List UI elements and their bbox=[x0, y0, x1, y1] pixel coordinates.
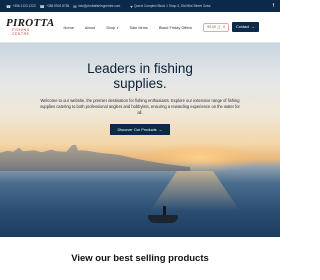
hero-title: Leaders in fishing supplies. bbox=[87, 61, 193, 91]
cart-value: €0.00 bbox=[207, 25, 216, 29]
address-text: Qorrot Complex Block 1 Shop 3, Old Mint … bbox=[134, 4, 211, 8]
arrow-right-icon: → bbox=[251, 25, 255, 29]
phone-icon: ☎ bbox=[39, 3, 45, 9]
cart-count: 0 bbox=[223, 25, 226, 29]
contact-label: Contact bbox=[236, 25, 250, 29]
phone-icon: ☎ bbox=[6, 3, 11, 9]
logo-subtitle: FISHING CENTRE bbox=[12, 28, 30, 36]
phone-2[interactable]: ☎ +356 9902 8756 bbox=[40, 4, 70, 9]
nav-black-friday-offers[interactable]: Black Friday Offers bbox=[153, 25, 197, 30]
facebook-icon[interactable]: f bbox=[273, 3, 274, 9]
cart-icon: 🛒 bbox=[217, 25, 222, 29]
water-reflection bbox=[150, 171, 240, 211]
top-bar: ☎ +356 2123 1223 ☎ +356 9902 8756 ✉ info… bbox=[0, 0, 280, 12]
location-pin-icon: ⌖ bbox=[130, 3, 133, 9]
main-nav: Home About Shop ▾ Sale Items Black Frida… bbox=[58, 25, 197, 30]
discover-products-button[interactable]: Discover Our Products → bbox=[110, 124, 170, 135]
hero-content: Leaders in fishing supplies. Welcome to … bbox=[0, 61, 280, 136]
hero-section: Leaders in fishing supplies. Welcome to … bbox=[0, 43, 280, 237]
hero-text: Welcome to our website, the premier dest… bbox=[40, 98, 240, 115]
boat-silhouette bbox=[148, 215, 178, 223]
mail-icon: ✉ bbox=[73, 3, 77, 9]
phone-2-text: +356 9902 8756 bbox=[46, 4, 70, 8]
nav-shop[interactable]: Shop ▾ bbox=[101, 25, 124, 30]
email-link[interactable]: ✉ info@pirottafishingcentre.com bbox=[73, 4, 120, 9]
address-link[interactable]: ⌖ Qorrot Complex Block 1 Shop 3, Old Min… bbox=[130, 4, 210, 9]
email-text: info@pirottafishingcentre.com bbox=[78, 4, 121, 8]
cta-label: Discover Our Products bbox=[117, 127, 157, 132]
site-logo[interactable]: PIROTTA FISHING CENTRE bbox=[6, 17, 55, 37]
nav-home[interactable]: Home bbox=[58, 25, 79, 30]
contact-button[interactable]: Contact → bbox=[232, 22, 259, 32]
phone-1[interactable]: ☎ +356 2123 1223 bbox=[6, 4, 36, 9]
arrow-right-icon: → bbox=[158, 127, 163, 132]
site-header: PIROTTA FISHING CENTRE Home About Shop ▾… bbox=[0, 12, 280, 43]
phone-1-text: +356 2123 1223 bbox=[12, 4, 36, 8]
chevron-down-icon: ▾ bbox=[116, 25, 119, 30]
nav-about[interactable]: About bbox=[79, 25, 100, 30]
cart-button[interactable]: €0.00 🛒 0 bbox=[203, 22, 230, 32]
nav-sale-items[interactable]: Sale Items bbox=[124, 25, 153, 30]
best-selling-title: View our best selling products bbox=[71, 253, 209, 264]
nav-shop-label: Shop bbox=[106, 24, 116, 30]
logo-text: PIROTTA bbox=[6, 17, 55, 29]
